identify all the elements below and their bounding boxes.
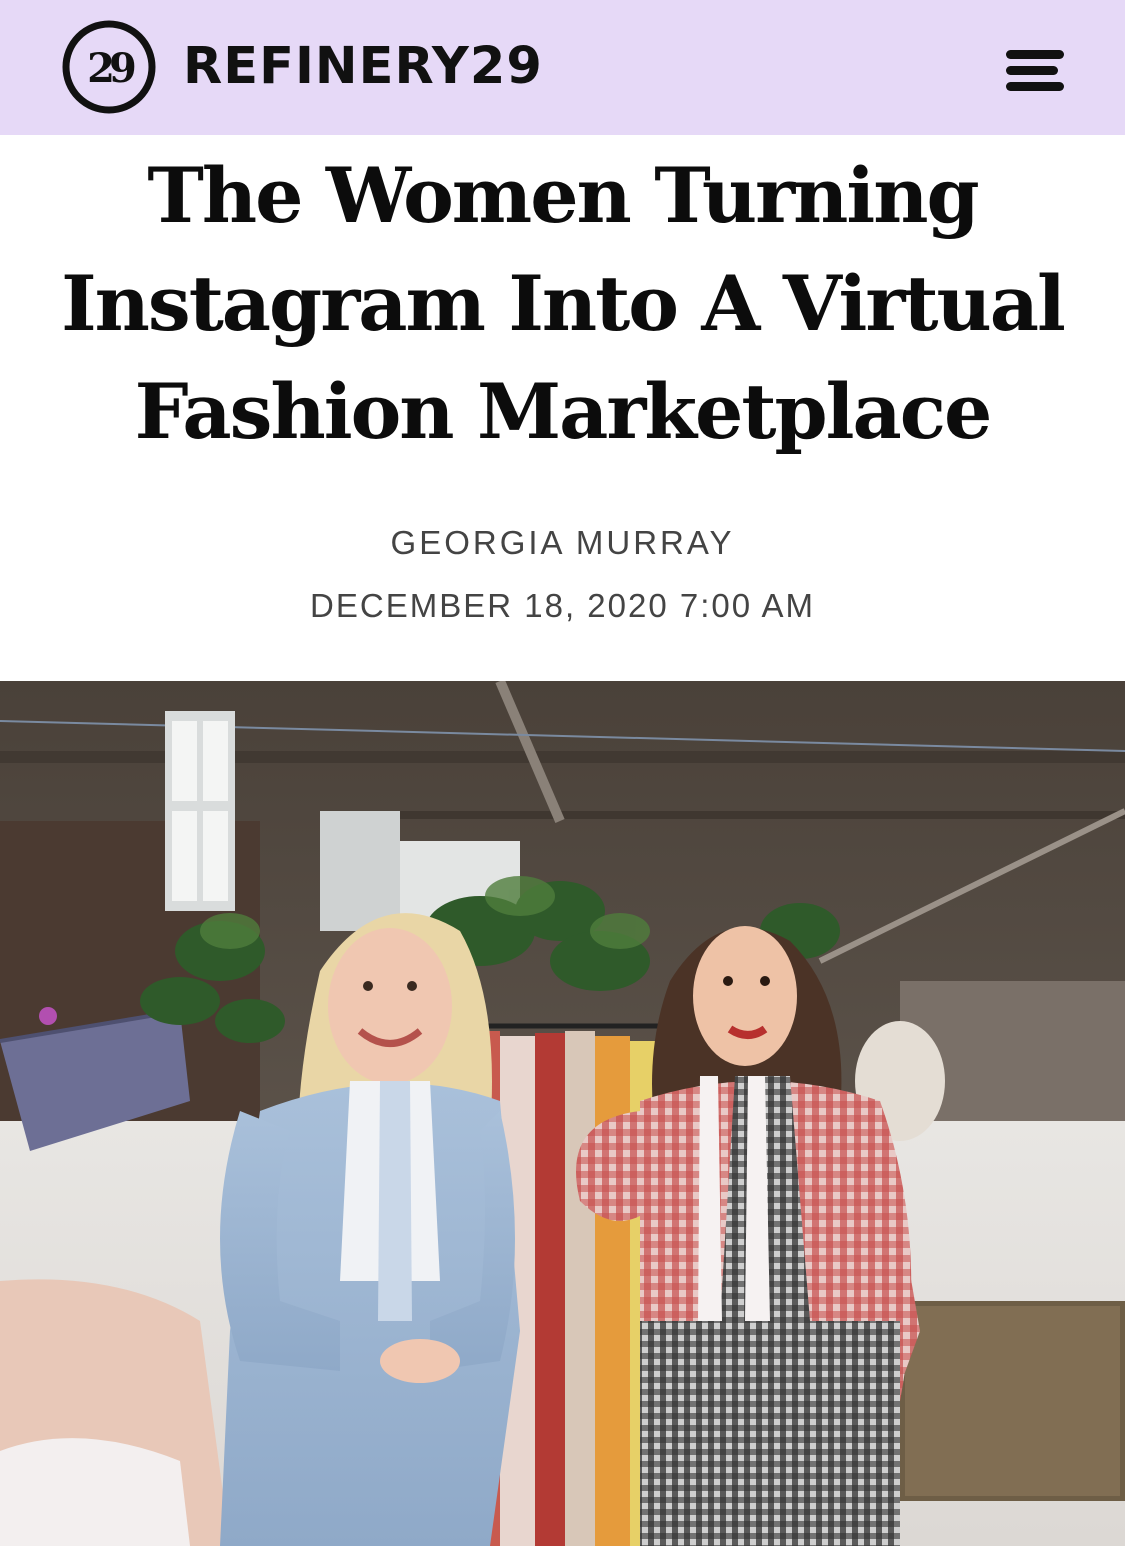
hero-photo [0, 681, 1125, 1546]
refinery29-logo-icon[interactable]: 29 [62, 20, 156, 114]
article-page: 29 REFINERY29 The Women Turning Instagra… [0, 0, 1125, 1546]
article-timestamp: DECEMBER 18, 2020 7:00 AM [310, 587, 815, 624]
site-header: 29 REFINERY29 [0, 0, 1125, 135]
article-title: The Women Turning Instagram Into A Virtu… [61, 151, 1066, 456]
site-wordmark[interactable]: REFINERY29 [183, 34, 543, 100]
svg-text:29: 29 [87, 45, 135, 92]
article-author[interactable]: GEORGIA MURRAY [0, 522, 1125, 564]
hamburger-menu-icon[interactable] [996, 44, 1072, 100]
